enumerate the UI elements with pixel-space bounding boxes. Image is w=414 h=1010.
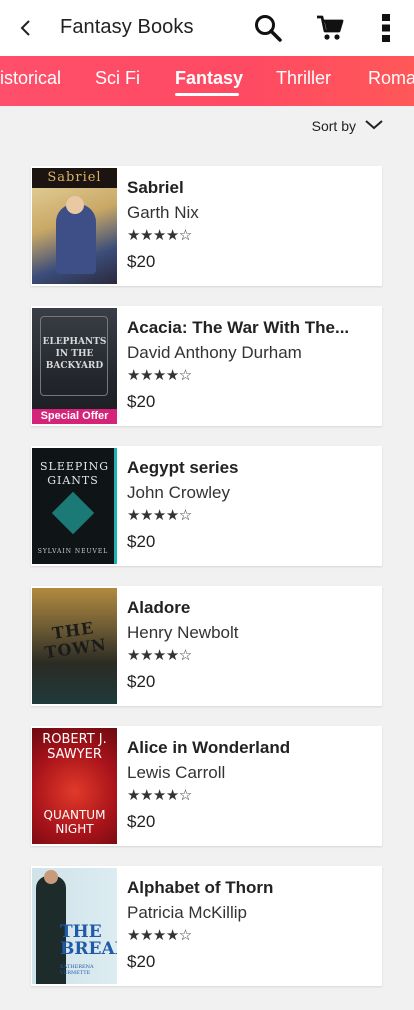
app-root: Fantasy Books Historical Sci Fi Fantasy … bbox=[0, 0, 414, 1010]
cart-icon[interactable] bbox=[314, 12, 346, 44]
book-author: Henry Newbolt bbox=[127, 623, 239, 642]
star-rating: ★★★★☆ bbox=[127, 367, 192, 384]
sort-dropdown[interactable]: Sort by bbox=[312, 118, 384, 134]
book-title: Sabriel bbox=[127, 178, 184, 197]
book-title: Alphabet of Thorn bbox=[127, 878, 274, 897]
page-title: Fantasy Books bbox=[60, 16, 194, 38]
chevron-down-icon bbox=[364, 118, 384, 134]
book-cover: THE BREAK KATHERENA VERMETTE bbox=[32, 868, 117, 984]
tab-fantasy[interactable]: Fantasy bbox=[175, 68, 243, 89]
book-card[interactable]: ELEPHANTS IN THE BACKYARD Special Offer … bbox=[31, 306, 382, 426]
book-price: $20 bbox=[127, 952, 156, 971]
book-title: Aegypt series bbox=[127, 458, 239, 477]
active-tab-indicator bbox=[175, 93, 239, 96]
sort-label: Sort by bbox=[311, 118, 356, 134]
book-card[interactable]: ROBERT J. SAWYER QUANTUM NIGHT Alice in … bbox=[31, 726, 382, 846]
book-card[interactable]: THE TOWN Aladore Henry Newbolt ★★★★☆ $20 bbox=[31, 586, 382, 706]
book-price: $20 bbox=[127, 532, 156, 551]
book-author: David Anthony Durham bbox=[127, 343, 302, 362]
tab-romance[interactable]: Romance bbox=[368, 68, 414, 89]
book-cover: Sabriel bbox=[32, 168, 117, 284]
book-card[interactable]: THE BREAK KATHERENA VERMETTE Alphabet of… bbox=[31, 866, 382, 986]
special-offer-badge: Special Offer bbox=[32, 409, 117, 424]
book-price: $20 bbox=[127, 392, 156, 411]
book-price: $20 bbox=[127, 672, 156, 691]
tab-historical[interactable]: Historical bbox=[0, 68, 61, 89]
tab-sci-fi[interactable]: Sci Fi bbox=[95, 68, 140, 89]
book-price: $20 bbox=[127, 252, 156, 271]
book-card[interactable]: SLEEPING GIANTS SYLVAIN NEUVEL Aegypt se… bbox=[31, 446, 382, 566]
book-title: Aladore bbox=[127, 598, 191, 617]
tab-thriller[interactable]: Thriller bbox=[276, 68, 331, 89]
book-cover: ELEPHANTS IN THE BACKYARD Special Offer bbox=[32, 308, 117, 424]
star-rating: ★★★★☆ bbox=[127, 227, 192, 244]
more-vert-icon[interactable] bbox=[370, 12, 402, 44]
book-cover: SLEEPING GIANTS SYLVAIN NEUVEL bbox=[32, 448, 117, 564]
category-tabs: Historical Sci Fi Fantasy Thriller Roman… bbox=[0, 56, 414, 106]
star-rating: ★★★★☆ bbox=[127, 507, 192, 524]
book-card[interactable]: Sabriel Sabriel Garth Nix ★★★★☆ $20 bbox=[31, 166, 382, 286]
star-rating: ★★★★☆ bbox=[127, 647, 192, 664]
book-cover: THE TOWN bbox=[32, 588, 117, 704]
book-title: Acacia: The War With The... bbox=[127, 318, 350, 337]
top-app-bar: Fantasy Books bbox=[0, 0, 414, 56]
back-arrow-icon[interactable] bbox=[12, 14, 40, 42]
book-title: Alice in Wonderland bbox=[127, 738, 291, 757]
book-price: $20 bbox=[127, 812, 156, 831]
book-cover: ROBERT J. SAWYER QUANTUM NIGHT bbox=[32, 728, 117, 844]
book-author: Lewis Carroll bbox=[127, 763, 226, 782]
book-author: John Crowley bbox=[127, 483, 230, 502]
star-rating: ★★★★☆ bbox=[127, 927, 192, 944]
book-author: Garth Nix bbox=[127, 203, 199, 222]
search-icon[interactable] bbox=[252, 12, 284, 44]
book-author: Patricia McKillip bbox=[127, 903, 247, 922]
star-rating: ★★★★☆ bbox=[127, 787, 192, 804]
